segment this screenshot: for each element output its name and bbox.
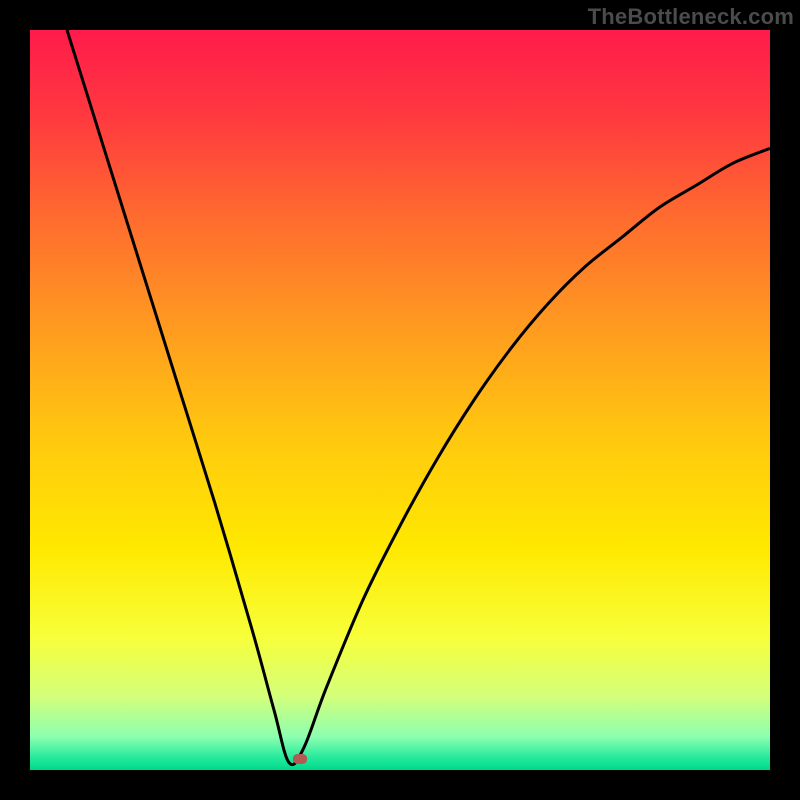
outer-frame: TheBottleneck.com [0, 0, 800, 800]
optimum-marker [293, 754, 307, 764]
bottleneck-chart [30, 30, 770, 770]
plot-area [30, 30, 770, 770]
gradient-background [30, 30, 770, 770]
watermark-label: TheBottleneck.com [588, 4, 794, 30]
